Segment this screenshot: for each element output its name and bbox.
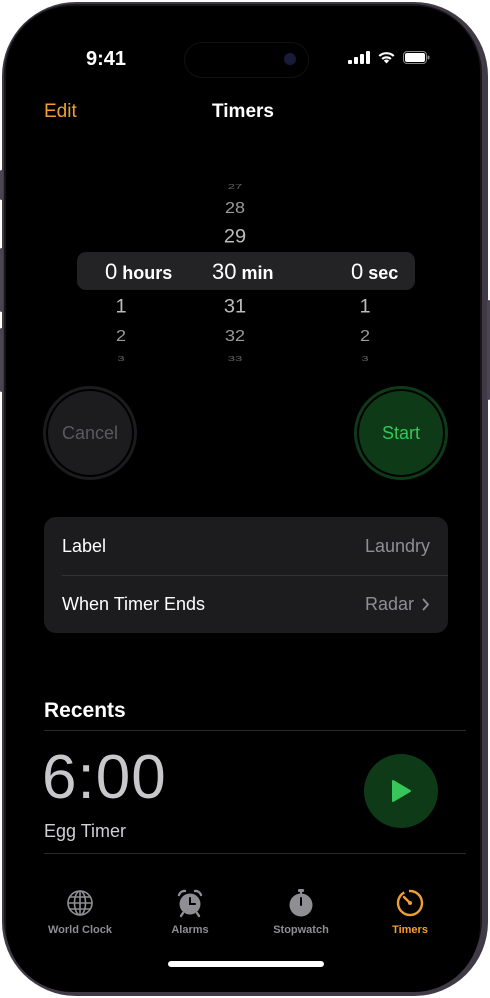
seconds-unit: sec [368, 263, 399, 283]
recent-timer-label: Egg Timer [44, 821, 127, 841]
label-title: Label [62, 535, 107, 556]
action-button [0, 170, 3, 200]
picker-option[interactable]: 32 [205, 328, 265, 346]
when-timer-ends-value: Radar [364, 593, 414, 614]
battery-icon [403, 50, 430, 64]
picker-option[interactable]: 27 [205, 182, 265, 190]
minutes-selected[interactable]: 30 min [212, 259, 274, 285]
globe-icon [67, 890, 93, 916]
picker-option[interactable]: 2 [335, 328, 395, 346]
label-row[interactable]: Label Laundry [44, 517, 448, 575]
picker-option[interactable]: 1 [335, 297, 395, 319]
hours-value: 0 [105, 259, 118, 284]
picker-option[interactable]: 29 [205, 227, 265, 249]
alarm-clock-icon [177, 889, 203, 918]
page-title: Timers [212, 101, 274, 122]
when-timer-ends-value-group: Radar [365, 594, 430, 615]
tab-world-clock[interactable]: World Clock [30, 886, 130, 936]
tab-alarms[interactable]: Alarms [140, 886, 240, 936]
seconds-value: 0 [351, 259, 364, 284]
picker-option[interactable]: 31 [205, 297, 265, 319]
dynamic-island [184, 42, 309, 78]
picker-option[interactable]: 3 [335, 354, 395, 362]
picker-option[interactable]: 28 [205, 200, 265, 218]
tab-timers[interactable]: Timers [360, 886, 460, 936]
start-button[interactable]: Start [354, 386, 448, 480]
picker-option[interactable]: 2 [91, 328, 151, 346]
hours-selected[interactable]: 0 hours [105, 259, 172, 285]
chevron-right-icon [422, 598, 429, 610]
status-time: 9:41 [86, 48, 127, 70]
status-icons [348, 50, 430, 64]
picker-option[interactable]: 1 [91, 297, 151, 319]
wifi-icon [378, 52, 395, 64]
tab-label: Timers [392, 924, 428, 936]
when-timer-ends-row[interactable]: When Timer Ends Radar [44, 575, 448, 633]
camera-icon [284, 53, 296, 65]
hours-unit: hours [122, 263, 173, 283]
picker-option[interactable]: 3 [91, 354, 151, 362]
screen: 9:41 Edit Timers 1 2 3 27 28 29 31 32 33 1 2 3 0 hou… [6, 6, 480, 992]
minutes-unit: min [241, 263, 274, 283]
picker-option[interactable]: 33 [205, 354, 265, 362]
play-icon [392, 780, 411, 802]
timer-settings-card: Label Laundry When Timer Ends Radar [44, 517, 448, 633]
recents-heading: Recents [44, 699, 126, 722]
recents-divider-top [44, 730, 466, 731]
recents-divider-bottom [44, 853, 466, 854]
stopwatch-icon [289, 889, 313, 917]
tab-label: World Clock [48, 924, 112, 936]
minutes-value: 30 [212, 259, 237, 284]
label-value[interactable]: Laundry [365, 536, 430, 557]
volume-down-button [0, 328, 3, 392]
volume-up-button [0, 248, 3, 312]
tab-label: Stopwatch [273, 924, 329, 936]
play-button[interactable] [364, 754, 438, 828]
when-timer-ends-title: When Timer Ends [62, 593, 206, 614]
tab-stopwatch[interactable]: Stopwatch [251, 886, 351, 936]
home-indicator[interactable] [168, 961, 324, 967]
cellular-signal-icon [348, 50, 370, 64]
seconds-selected[interactable]: 0 sec [351, 259, 398, 285]
timer-icon [396, 889, 424, 917]
recent-timer-duration: 6:00 [42, 743, 167, 812]
tab-label: Alarms [171, 924, 209, 936]
cancel-button[interactable]: Cancel [43, 386, 137, 480]
